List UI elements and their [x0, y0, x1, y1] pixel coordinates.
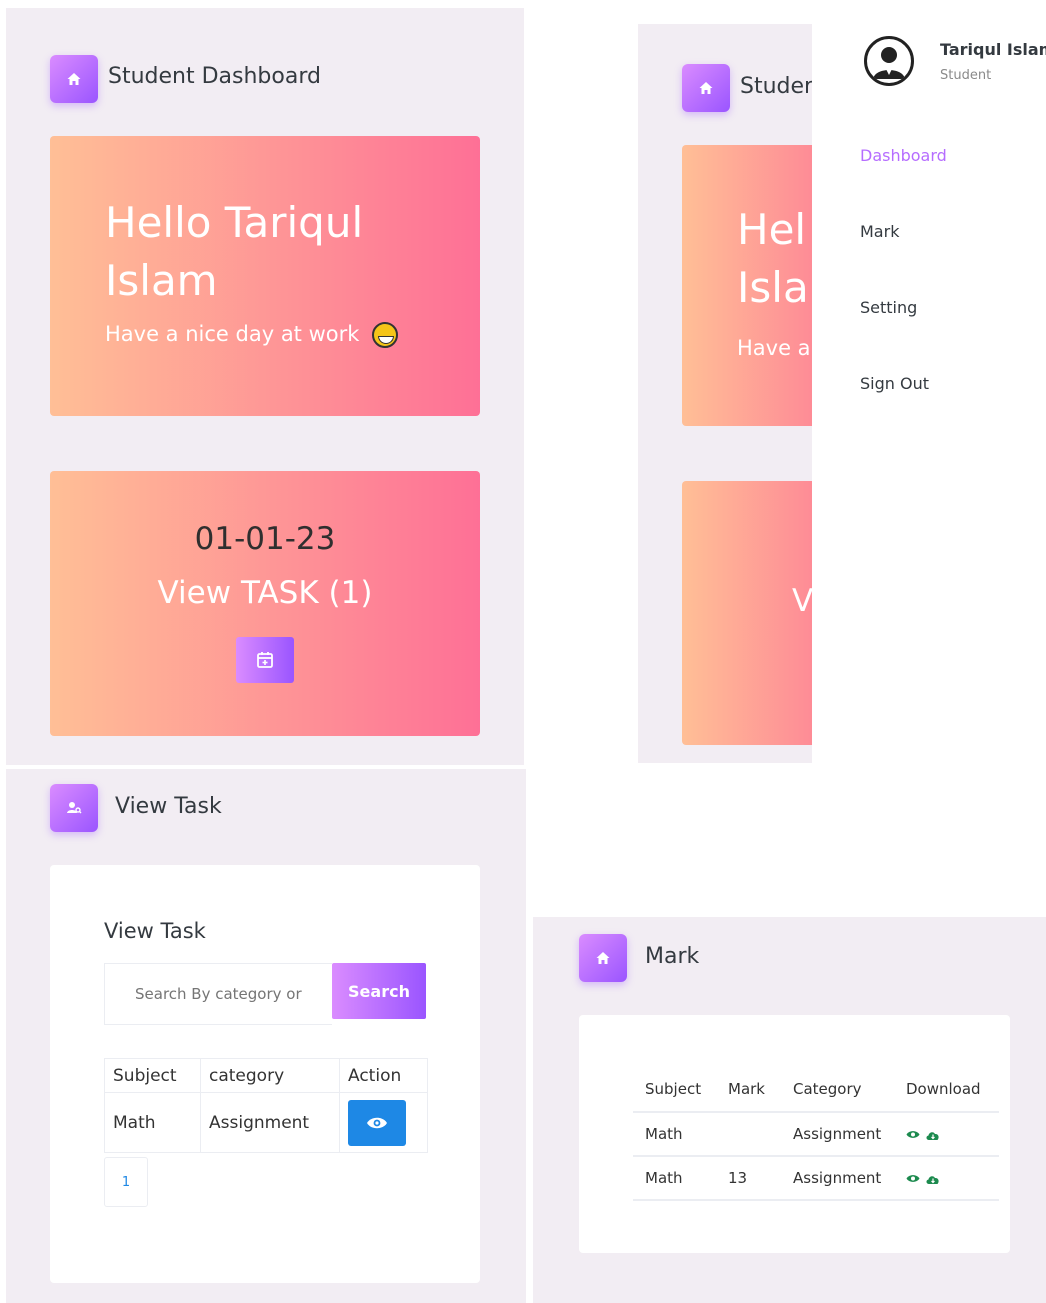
mark-table: Subject Mark Category Download Math Assi… — [633, 1067, 999, 1201]
table-row: Math 13 Assignment — [633, 1156, 999, 1201]
table-row: Math Assignment — [104, 1092, 428, 1153]
column-header-subject: Subject — [633, 1067, 716, 1113]
greeting-line-1: Hello Tariqul — [105, 198, 364, 247]
sidebar-panel: Studer Hel Isla Have a V — [638, 24, 812, 763]
greeting-line-1-partial: Hel — [737, 205, 807, 254]
dashboard-panel: Student Dashboard Hello Tariqul Islam Ha… — [6, 8, 524, 765]
page-title: Student Dashboard — [108, 64, 321, 89]
cloud-download-icon[interactable] — [925, 1173, 941, 1185]
cell-subject: Math — [633, 1112, 716, 1157]
column-header-subject: Subject — [104, 1058, 201, 1093]
cell-category: Assignment — [781, 1112, 894, 1157]
greeting-card: Hello Tariqul Islam Have a nice day at w… — [50, 136, 480, 416]
mark-card: Subject Mark Category Download Math Assi… — [579, 1015, 1010, 1253]
sidebar-item-dashboard[interactable]: Dashboard — [860, 146, 947, 165]
column-header-category: Category — [781, 1067, 894, 1113]
view-task-card: View Task Search Subject category Action… — [50, 865, 480, 1283]
search-input[interactable] — [104, 963, 332, 1025]
cell-subject: Math — [104, 1092, 201, 1153]
greeting-subtitle-partial: Have a — [737, 336, 811, 360]
page-title: Mark — [645, 944, 700, 969]
column-header-action: Action — [339, 1058, 428, 1093]
home-icon — [579, 934, 627, 982]
sidebar-menu: Tariqul Islam Student — [812, 24, 1046, 424]
view-button[interactable] — [348, 1099, 406, 1146]
user-search-icon — [50, 784, 98, 832]
greeting-subtitle: Have a nice day at work — [105, 322, 399, 348]
calendar-plus-icon — [257, 652, 273, 668]
column-header-mark: Mark — [716, 1067, 781, 1113]
greeting-line-2-partial: Isla — [737, 263, 809, 312]
task-card-partial: V — [682, 481, 812, 745]
table-row: Math Assignment — [633, 1112, 999, 1157]
cell-category: Assignment — [200, 1092, 340, 1153]
cell-download — [894, 1156, 999, 1201]
card-title: View Task — [104, 919, 206, 943]
task-table: Subject category Action Math Assignment — [104, 1058, 428, 1153]
column-header-category: category — [200, 1058, 340, 1093]
view-task-link[interactable]: View TASK (1) — [50, 575, 480, 611]
greeting-text: Hello Tariqul Islam — [105, 194, 363, 310]
cell-mark: 13 — [716, 1156, 781, 1201]
cell-download — [894, 1112, 999, 1157]
calendar-button[interactable] — [236, 637, 294, 683]
view-task-partial: V — [792, 583, 812, 619]
home-icon — [682, 64, 730, 112]
view-task-panel: View Task View Task Search Subject categ… — [6, 769, 526, 1303]
column-header-download: Download — [894, 1067, 999, 1113]
avatar[interactable] — [864, 36, 914, 86]
cell-subject: Math — [633, 1156, 716, 1201]
sidebar-item-mark[interactable]: Mark — [860, 222, 899, 241]
cell-mark — [716, 1112, 781, 1157]
pagination-page-1[interactable]: 1 — [104, 1157, 148, 1207]
sidebar-item-sign-out[interactable]: Sign Out — [860, 374, 929, 393]
mark-panel: Mark Subject Mark Category Download Math… — [533, 917, 1046, 1303]
eye-icon[interactable] — [906, 1130, 920, 1139]
cloud-download-icon[interactable] — [925, 1129, 941, 1141]
home-icon — [50, 55, 98, 103]
grinning-face-icon — [372, 322, 399, 348]
greeting-subtitle-text: Have a nice day at work — [105, 322, 360, 346]
greeting-card-partial: Hel Isla Have a — [682, 145, 812, 426]
eye-icon[interactable] — [906, 1174, 920, 1183]
sidebar-item-setting[interactable]: Setting — [860, 298, 917, 317]
eye-icon — [367, 1117, 387, 1128]
user-avatar-icon — [873, 47, 905, 79]
cell-action — [339, 1092, 428, 1153]
user-name: Tariqul Islam — [940, 40, 1046, 59]
task-date: 01-01-23 — [194, 521, 336, 557]
greeting-line-2: Islam — [105, 256, 218, 305]
cell-category: Assignment — [781, 1156, 894, 1201]
page-title-partial: Studer — [740, 74, 812, 99]
user-role: Student — [940, 68, 992, 83]
task-card[interactable]: 01-01-23 View TASK (1) — [50, 471, 480, 736]
page-title: View Task — [115, 794, 222, 819]
search-button[interactable]: Search — [332, 963, 426, 1019]
